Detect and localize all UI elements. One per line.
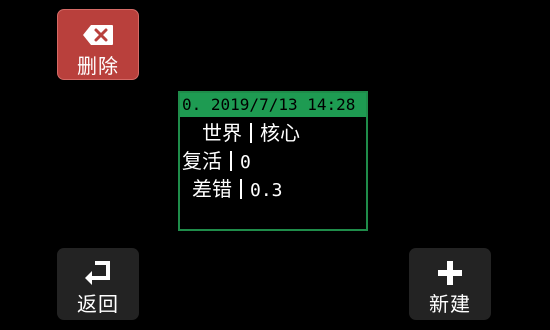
record-key: 复活	[182, 149, 222, 173]
record-value: 0	[240, 152, 251, 173]
record-row-world: 世界 核心	[202, 121, 300, 145]
return-arrow-icon	[83, 258, 113, 288]
record-row-revive: 复活 0	[182, 149, 251, 175]
row-separator	[250, 123, 252, 143]
plus-icon	[437, 258, 463, 288]
row-separator	[240, 179, 242, 199]
record-key: 差错	[192, 177, 232, 201]
record-row-error: 差错 0.3	[192, 177, 283, 203]
backspace-x-icon	[82, 20, 114, 50]
record-body: 世界 核心 复活 0 差错 0.3	[180, 117, 366, 229]
delete-label: 删除	[77, 54, 119, 78]
new-label: 新建	[429, 292, 471, 316]
record-key: 世界	[202, 121, 242, 145]
record-card[interactable]: 0. 2019/7/13 14:28 世界 核心 复活 0 差错 0.3	[178, 91, 368, 231]
back-label: 返回	[77, 292, 119, 316]
delete-button[interactable]: 删除	[57, 9, 139, 80]
record-header: 0. 2019/7/13 14:28	[180, 93, 366, 117]
row-separator	[230, 151, 232, 171]
record-value: 核心	[260, 121, 300, 145]
record-value: 0.3	[250, 180, 283, 201]
new-button[interactable]: 新建	[409, 248, 491, 320]
back-button[interactable]: 返回	[57, 248, 139, 320]
